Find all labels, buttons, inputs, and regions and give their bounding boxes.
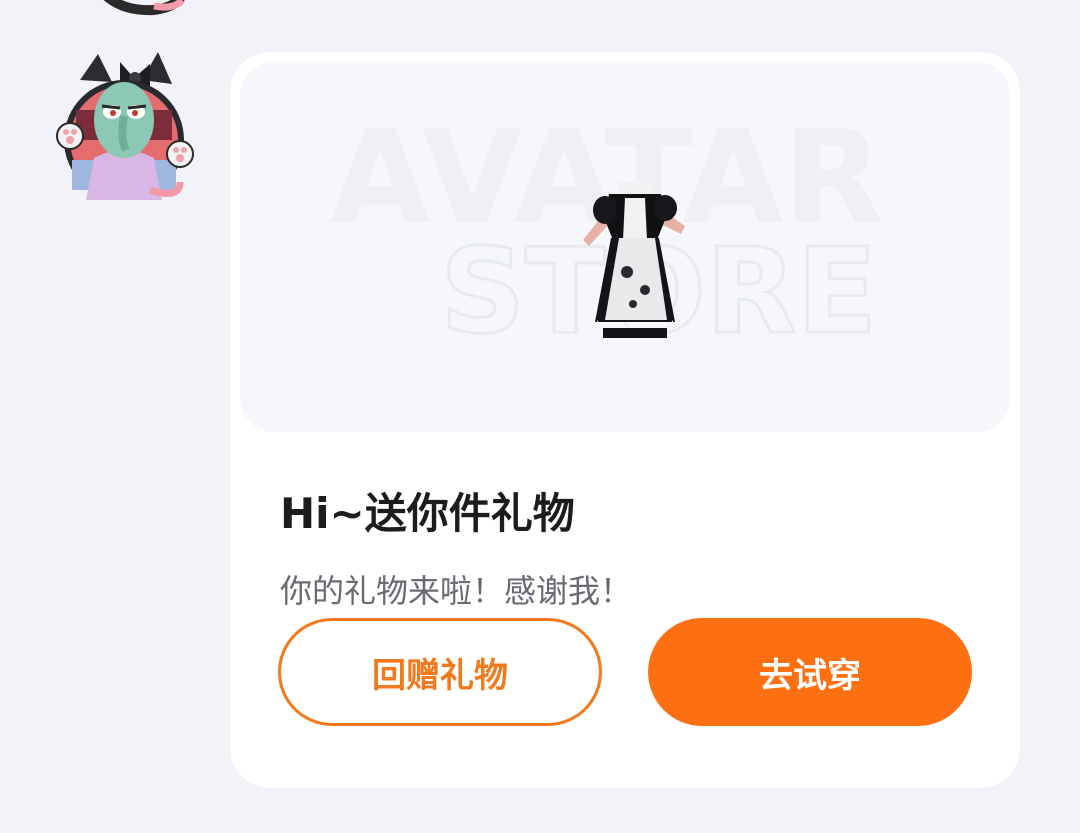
sender-avatar[interactable] bbox=[50, 50, 198, 208]
gift-message: 你的礼物来啦！感谢我！ bbox=[280, 572, 633, 610]
gift-banner: AVATAR STORE bbox=[240, 62, 1010, 432]
gift-title: Hi~送你件礼物 bbox=[280, 489, 575, 538]
maid-dress-image bbox=[575, 172, 695, 347]
try-on-button[interactable]: 去试穿 bbox=[648, 618, 972, 726]
gift-card[interactable]: AVATAR STORE bbox=[230, 52, 1020, 788]
previous-sender-avatar[interactable] bbox=[64, 0, 204, 18]
return-gift-button[interactable]: 回赠礼物 bbox=[278, 618, 602, 726]
